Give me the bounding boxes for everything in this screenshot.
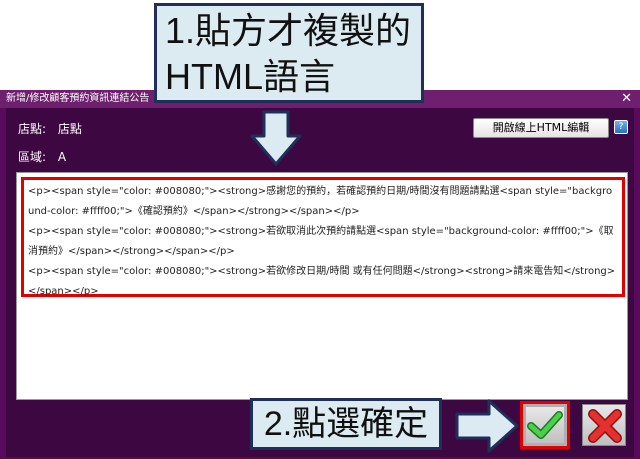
close-icon[interactable]: ✕ xyxy=(621,90,632,108)
right-arrow-icon xyxy=(455,399,519,453)
html-content-textarea[interactable]: <p><span style="color: #008080;"><strong… xyxy=(16,172,628,400)
store-value: 店點 xyxy=(57,122,82,136)
code-line: <p><span style="color: #008080;"><strong… xyxy=(28,266,616,297)
area-field: 區域: A xyxy=(18,148,66,165)
step2-callout: 2.點選確定 xyxy=(250,398,442,450)
step1-callout: 1.貼方才複製的 HTML語言 xyxy=(154,3,424,103)
confirm-button[interactable] xyxy=(520,401,570,449)
code-line: <p><span style="color: #008080;"><strong… xyxy=(28,226,614,257)
store-label: 店點: xyxy=(18,122,47,136)
pasted-html-highlight: <p><span style="color: #008080;"><strong… xyxy=(21,177,625,297)
checkmark-icon xyxy=(527,411,563,439)
step1-callout-line1: 1.貼方才複製的 xyxy=(165,10,412,51)
code-line: <p><span style="color: #008080;"><strong… xyxy=(28,186,613,217)
area-label: 區域: xyxy=(18,150,47,164)
confirm-button-face xyxy=(526,407,564,443)
help-icon[interactable]: ? xyxy=(614,120,628,134)
dialog-title: 新增/修改顧客預約資訊連結公告 xyxy=(6,93,150,104)
step1-callout-line2: HTML語言 xyxy=(165,56,335,97)
close-x-icon xyxy=(588,409,622,443)
screenshot-stage: 新增/修改顧客預約資訊連結公告 ✕ 店點: 店點 區域: A 開啟線上HTML編… xyxy=(0,0,640,459)
cancel-button[interactable] xyxy=(582,404,626,446)
down-arrow-icon xyxy=(250,110,302,166)
open-html-editor-button[interactable]: 開啟線上HTML編輯 xyxy=(473,118,609,138)
store-field: 店點: 店點 xyxy=(18,120,82,137)
area-value: A xyxy=(57,150,67,164)
